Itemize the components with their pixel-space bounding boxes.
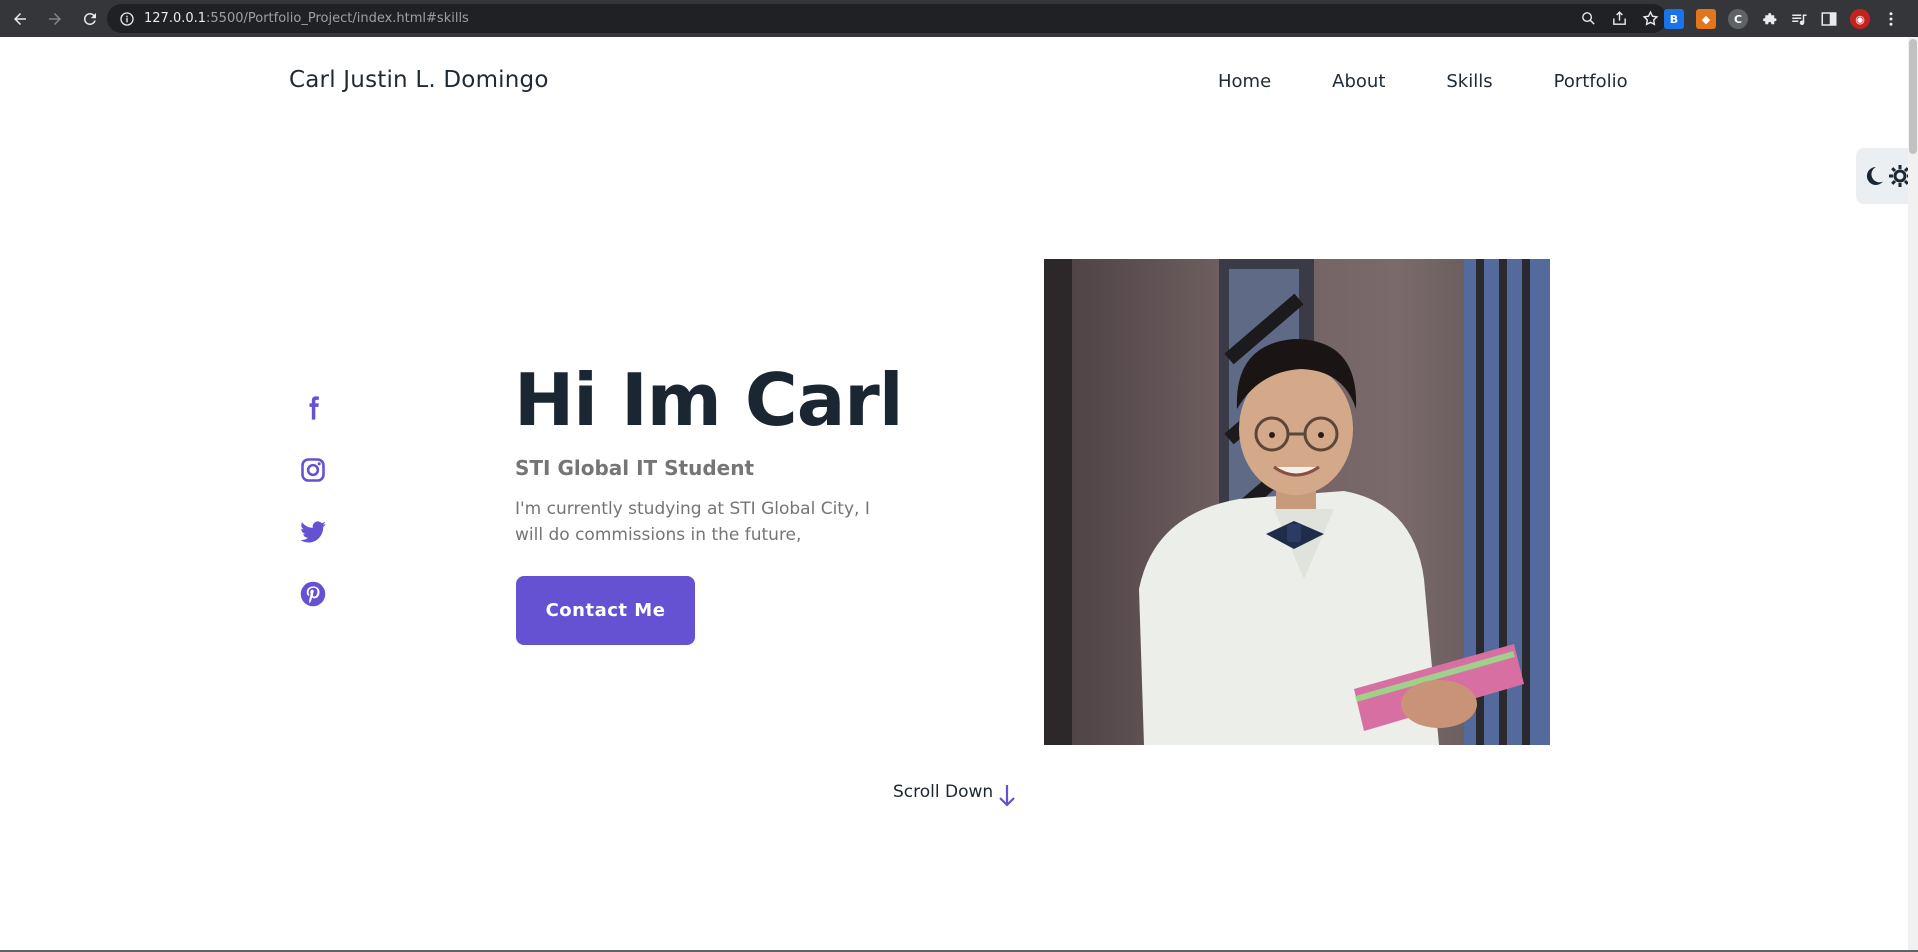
arrow-left-icon bbox=[14, 12, 26, 25]
hero-subtitle: STI Global IT Student bbox=[515, 456, 755, 480]
arrow-down-icon bbox=[999, 785, 1015, 807]
twitter-icon bbox=[300, 521, 326, 543]
info-icon[interactable] bbox=[119, 11, 135, 27]
forward-button[interactable] bbox=[40, 4, 70, 34]
bookmark-star-icon[interactable] bbox=[1642, 10, 1659, 27]
menu-dots-icon[interactable] bbox=[1882, 10, 1900, 28]
pinterest-icon bbox=[300, 581, 326, 607]
nav-portfolio[interactable]: Portfolio bbox=[1554, 71, 1628, 92]
main-nav: Home About Skills Portfolio bbox=[1218, 71, 1628, 92]
facebook-icon bbox=[309, 396, 319, 420]
site-header: Carl Justin L. Domingo Home About Skills… bbox=[0, 37, 1918, 127]
twitter-link[interactable] bbox=[298, 518, 328, 546]
scrollbar-thumb[interactable] bbox=[1909, 39, 1917, 154]
back-button[interactable] bbox=[5, 4, 35, 34]
nav-home[interactable]: Home bbox=[1218, 71, 1271, 92]
side-panel-icon[interactable] bbox=[1820, 10, 1838, 28]
moon-icon bbox=[1866, 166, 1883, 185]
pinterest-link[interactable] bbox=[298, 580, 328, 608]
hero-description: I'm currently studying at STI Global Cit… bbox=[515, 499, 870, 545]
nav-skills[interactable]: Skills bbox=[1446, 71, 1492, 92]
profile-avatar[interactable]: ◉ bbox=[1850, 9, 1870, 29]
facebook-link[interactable] bbox=[298, 394, 328, 422]
instagram-icon bbox=[301, 458, 325, 482]
site-logo[interactable]: Carl Justin L. Domingo bbox=[289, 67, 549, 93]
page-viewport: Carl Justin L. Domingo Home About Skills… bbox=[0, 37, 1918, 952]
page-scrollbar[interactable] bbox=[1908, 37, 1918, 952]
scroll-down-link[interactable]: Scroll Down bbox=[893, 775, 1017, 809]
extension-fox-icon[interactable]: ◆ bbox=[1696, 9, 1716, 29]
reload-button[interactable] bbox=[75, 4, 105, 34]
extensions-puzzle-icon[interactable] bbox=[1760, 10, 1778, 28]
scroll-down-label: Scroll Down bbox=[893, 782, 994, 802]
url-text[interactable]: 127.0.0.1:5500/Portfolio_Project/index.h… bbox=[144, 11, 469, 26]
contact-me-button[interactable]: Contact Me bbox=[516, 576, 695, 645]
reload-icon bbox=[83, 12, 96, 25]
nav-about[interactable]: About bbox=[1332, 71, 1385, 92]
share-icon[interactable] bbox=[1611, 10, 1628, 27]
instagram-link[interactable] bbox=[298, 456, 328, 484]
browser-toolbar: 127.0.0.1:5500/Portfolio_Project/index.h… bbox=[0, 0, 1918, 37]
hero-title: Hi Im Carl bbox=[514, 358, 903, 442]
extension-c-icon[interactable]: C bbox=[1728, 9, 1748, 29]
extension-shield-icon[interactable]: B bbox=[1664, 9, 1684, 29]
media-queue-icon[interactable] bbox=[1790, 10, 1808, 28]
url-path: :5500/Portfolio_Project/index.html#skill… bbox=[206, 11, 469, 26]
address-bar[interactable]: 127.0.0.1:5500/Portfolio_Project/index.h… bbox=[107, 4, 1667, 33]
zoom-icon[interactable] bbox=[1580, 10, 1597, 27]
social-links bbox=[298, 394, 328, 608]
url-host: 127.0.0.1 bbox=[144, 11, 207, 26]
profile-photo bbox=[1044, 259, 1550, 745]
profile-photo-illustration bbox=[1044, 259, 1550, 745]
arrow-right-icon bbox=[49, 12, 61, 25]
